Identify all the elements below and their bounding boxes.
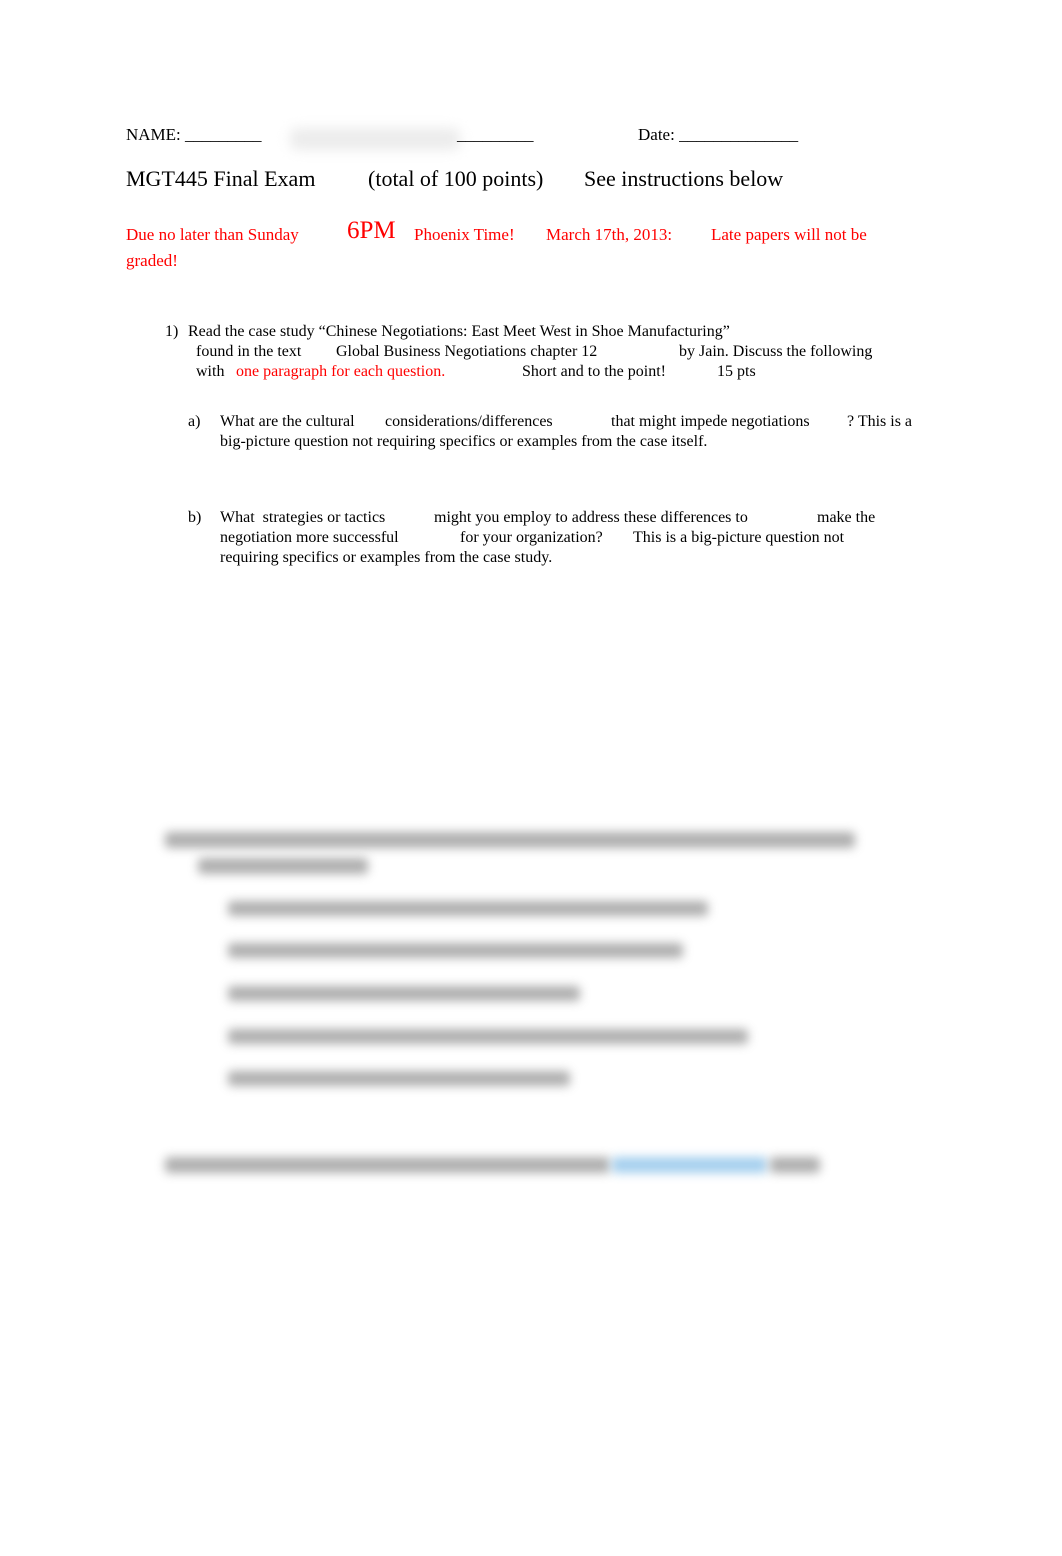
subquestion-b-line-3: requiring specifics or examples from the… <box>220 549 553 566</box>
subquestion-a-line-1b: considerations/differences <box>385 413 553 430</box>
blurred-option <box>228 1029 748 1044</box>
blurred-option <box>228 986 580 1001</box>
blurred-question-3-points <box>770 1157 820 1173</box>
exam-instructions-note: See instructions below <box>584 166 784 191</box>
subquestion-b-line-1c: make the <box>817 509 876 526</box>
subquestion-a-line-1d: ? This is a <box>847 413 913 430</box>
blurred-question-3-link <box>612 1157 767 1173</box>
blurred-option <box>228 943 683 958</box>
question-1-emphasis: one paragraph for each question. <box>236 363 446 380</box>
blurred-question-2-line-1 <box>165 832 855 848</box>
deadline-time: 6PM <box>347 217 396 244</box>
question-1-line-3a: with <box>196 363 225 380</box>
question-1-line-3c: Short and to the point! <box>522 363 666 380</box>
subquestion-a-line-1c: that might impede negotiations <box>611 413 810 430</box>
subquestion-b-line-2b: for your organization? <box>460 529 603 546</box>
subquestion-b-line-1a: What strategies or tactics <box>220 509 386 526</box>
name-trailing-line: _________ <box>457 125 534 144</box>
deadline-text-4: graded! <box>126 251 178 270</box>
subquestion-a-line-1a: What are the cultural <box>220 413 355 430</box>
deadline-text-2: Phoenix Time! <box>414 225 515 244</box>
question-1-points: 15 pts <box>717 363 756 380</box>
subquestion-a-line-2: big-picture question not requiring speci… <box>220 433 708 450</box>
subquestion-b-line-2a: negotiation more successful <box>220 529 399 546</box>
blurred-option <box>228 901 708 916</box>
blurred-option <box>228 1071 570 1086</box>
question-1-line-2c: by Jain. Discuss the following <box>679 343 873 360</box>
deadline-text-1: Due no later than Sunday <box>126 225 299 244</box>
subquestion-b-line-1b: might you employ to address these differ… <box>434 509 748 526</box>
blurred-question-2-line-2 <box>198 858 368 874</box>
date-label: Date: ______________ <box>638 125 799 144</box>
blurred-question-3-text <box>165 1157 610 1173</box>
subquestion-a-label: a) <box>188 413 201 430</box>
exam-points: (total of 100 points) <box>368 166 544 191</box>
subquestion-b-label: b) <box>188 509 202 526</box>
deadline-date: March 17th, 2013: <box>546 225 673 244</box>
redacted-name <box>290 128 460 150</box>
question-1-line-2b: Global Business Negotiations chapter 12 <box>336 343 598 360</box>
deadline-text-3: Late papers will not be <box>711 225 867 244</box>
question-1-line-1: Read the case study “Chinese Negotiation… <box>188 323 730 340</box>
question-1-line-2a: found in the text <box>196 343 302 360</box>
subquestion-b-line-2c: This is a big-picture question not <box>633 529 845 546</box>
question-1-number: 1) <box>165 323 179 340</box>
name-label: NAME: _________ <box>126 125 262 144</box>
exam-title: MGT445 Final Exam <box>126 166 316 191</box>
